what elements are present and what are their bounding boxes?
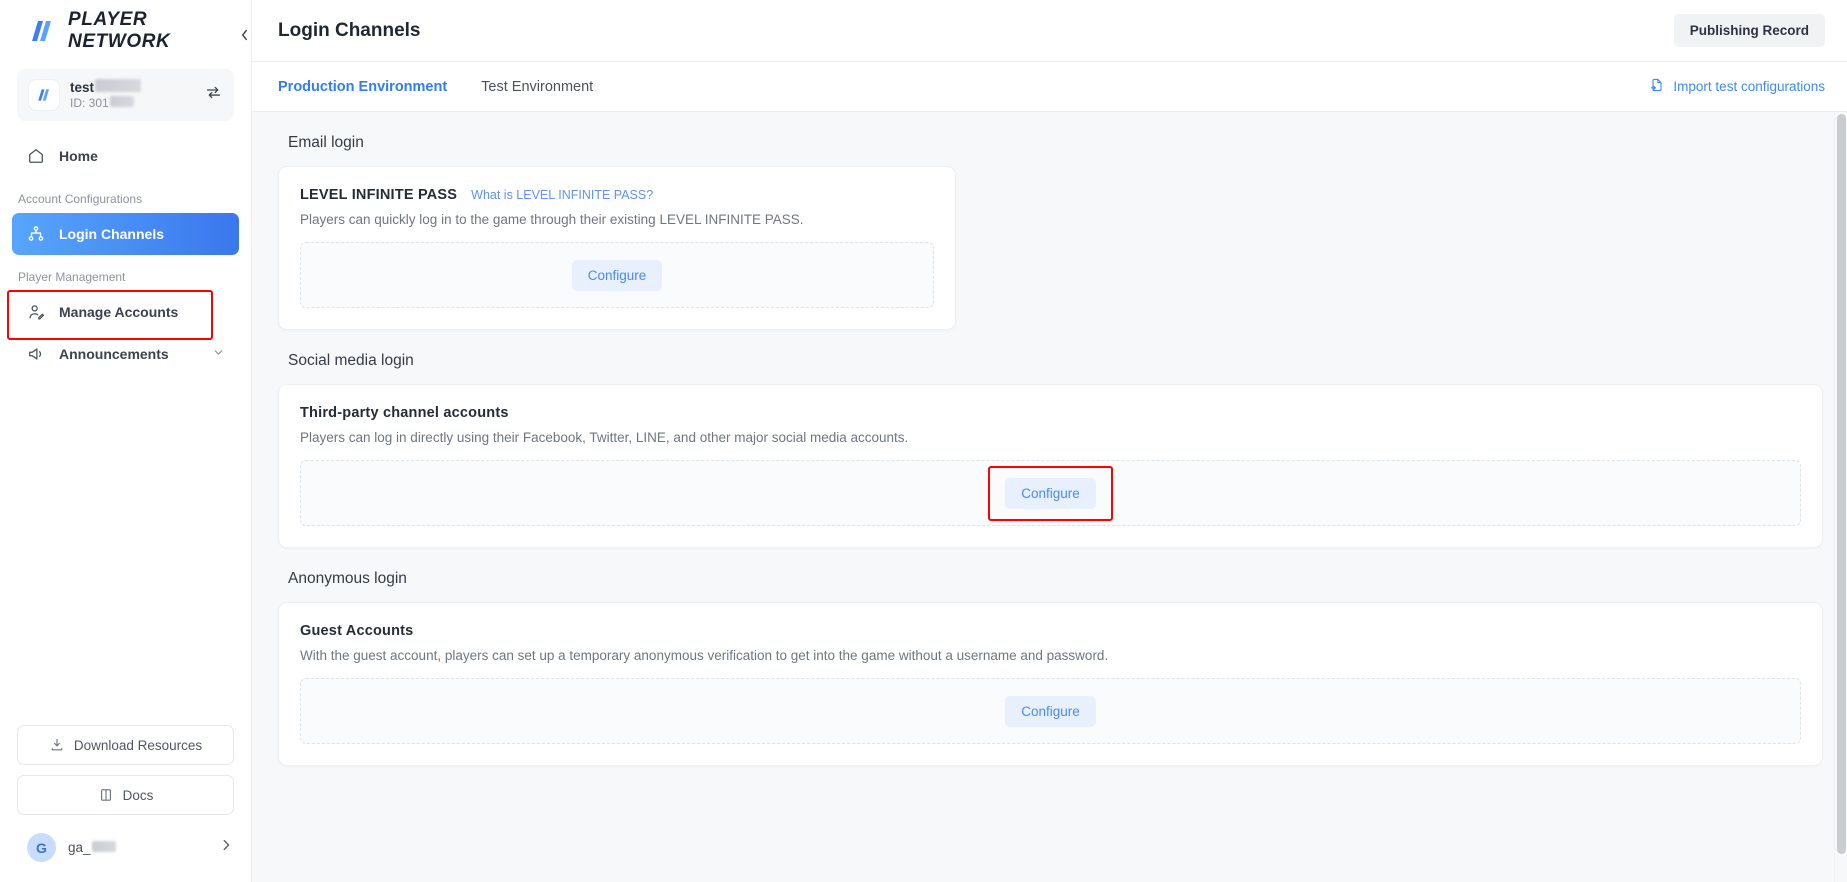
content-scrollbar[interactable] xyxy=(1834,112,1847,882)
section-title-anonymous-login: Anonymous login xyxy=(288,570,407,587)
tab-test-environment[interactable]: Test Environment xyxy=(481,62,593,111)
project-switcher[interactable]: test ID: 301 xyxy=(17,69,234,121)
card-description-level-infinite-pass: Players can quickly log in to the game t… xyxy=(300,212,804,227)
content-scroll-area: Email login LEVEL INFINITE PASS What is … xyxy=(252,112,1847,882)
configure-dropzone-guest-accounts: Configure xyxy=(300,678,1801,744)
section-title-social-media-login: Social media login xyxy=(288,352,414,369)
sidebar-item-label-home: Home xyxy=(59,148,98,164)
project-name-row: test xyxy=(70,79,194,96)
top-bar: Login Channels Publishing Record xyxy=(252,0,1847,62)
swap-project-icon[interactable] xyxy=(205,84,222,106)
configure-button-wrapper-third-party: Configure xyxy=(988,465,1113,521)
card-header-level-infinite-pass: LEVEL INFINITE PASS What is LEVEL INFINI… xyxy=(300,187,934,203)
configure-dropzone-level-infinite-pass: Configure xyxy=(300,242,934,308)
what-is-level-infinite-pass-link[interactable]: What is LEVEL INFINITE PASS? xyxy=(471,188,653,202)
user-edit-icon xyxy=(27,303,45,321)
brand-name: PLAYER NETWORK xyxy=(68,9,171,52)
card-header-third-party: Third-party channel accounts xyxy=(300,405,1801,421)
page-title: Login Channels xyxy=(278,19,421,41)
user-name: ga_ xyxy=(68,840,91,855)
project-logo-icon xyxy=(29,80,59,110)
sidebar-item-label-login-channels: Login Channels xyxy=(59,226,164,242)
collapse-sidebar-icon[interactable] xyxy=(238,22,252,48)
sidebar-item-home[interactable]: Home xyxy=(12,135,239,177)
card-level-infinite-pass: LEVEL INFINITE PASS What is LEVEL INFINI… xyxy=(278,166,956,330)
user-account-row[interactable]: G ga_ xyxy=(0,825,251,882)
top-bar-actions: Publishing Record xyxy=(1673,14,1825,47)
sidebar-group-account-configurations: Account Configurations xyxy=(18,192,143,206)
sidebar-item-login-channels[interactable]: Login Channels xyxy=(12,213,239,255)
user-name-row: ga_ xyxy=(68,840,207,855)
docs-button[interactable]: Docs xyxy=(17,775,234,815)
sidebar-item-announcements[interactable]: Announcements xyxy=(12,333,239,375)
project-name: test xyxy=(70,80,95,96)
environment-tab-bar: Production Environment Test Environment … xyxy=(252,62,1847,112)
redacted-project-id xyxy=(109,95,134,107)
environment-tabs: Production Environment Test Environment xyxy=(278,62,593,111)
configure-dropzone-third-party: Configure xyxy=(300,460,1801,526)
home-icon xyxy=(27,147,45,165)
card-title-guest-accounts: Guest Accounts xyxy=(300,623,414,639)
player-network-logo-icon xyxy=(28,20,58,42)
card-title-level-infinite-pass: LEVEL INFINITE PASS xyxy=(300,187,458,203)
project-id-row: ID: 301 xyxy=(70,95,194,111)
import-test-configurations-label: Import test configurations xyxy=(1673,79,1825,94)
sidebar-item-manage-accounts[interactable]: Manage Accounts xyxy=(12,291,239,333)
sidebar: PLAYER NETWORK test ID: 301 Home Account… xyxy=(0,0,252,882)
card-header-guest-accounts: Guest Accounts xyxy=(300,623,1801,639)
publishing-record-button[interactable]: Publishing Record xyxy=(1673,14,1825,47)
project-info: test ID: 301 xyxy=(70,79,194,110)
download-icon xyxy=(49,737,65,753)
redacted-project-name xyxy=(95,79,142,93)
main-area: Login Channels Publishing Record Product… xyxy=(252,0,1847,882)
brand-header: PLAYER NETWORK xyxy=(0,0,251,62)
configure-button-guest-accounts[interactable]: Configure xyxy=(1005,695,1096,727)
tab-production-environment[interactable]: Production Environment xyxy=(278,62,447,111)
import-test-configurations-link[interactable]: Import test configurations xyxy=(1649,77,1825,96)
sidebar-group-player-management: Player Management xyxy=(18,270,126,284)
download-resources-label: Download Resources xyxy=(73,737,203,753)
content-scrollbar-thumb[interactable] xyxy=(1837,114,1846,854)
configure-button-third-party[interactable]: Configure xyxy=(1005,477,1096,509)
project-id: ID: 301 xyxy=(70,95,109,110)
card-guest-accounts: Guest Accounts With the guest account, p… xyxy=(278,602,1823,766)
card-title-third-party-channel-accounts: Third-party channel accounts xyxy=(300,405,509,421)
sidebar-nav: Home Account Configurations Login Channe… xyxy=(0,135,251,375)
card-description-third-party: Players can log in directly using their … xyxy=(300,430,909,445)
sitemap-icon xyxy=(27,225,45,243)
book-icon xyxy=(98,787,114,803)
import-file-icon xyxy=(1649,77,1665,96)
download-resources-button[interactable]: Download Resources xyxy=(17,725,234,765)
chevron-down-icon[interactable] xyxy=(212,346,225,362)
app-root: PLAYER NETWORK test ID: 301 Home Account… xyxy=(0,0,1847,882)
redacted-user-name xyxy=(91,841,116,852)
megaphone-icon xyxy=(27,345,45,363)
docs-label: Docs xyxy=(122,787,154,803)
card-description-guest-accounts: With the guest account, players can set … xyxy=(300,648,1109,663)
configure-button-level-infinite-pass[interactable]: Configure xyxy=(571,259,663,291)
sidebar-item-label-announcements: Announcements xyxy=(59,346,169,362)
chevron-right-icon[interactable] xyxy=(219,838,233,857)
card-third-party-channel-accounts: Third-party channel accounts Players can… xyxy=(278,384,1823,548)
sidebar-item-label-manage-accounts: Manage Accounts xyxy=(59,304,179,320)
section-title-email-login: Email login xyxy=(288,134,364,151)
avatar: G xyxy=(27,833,56,862)
